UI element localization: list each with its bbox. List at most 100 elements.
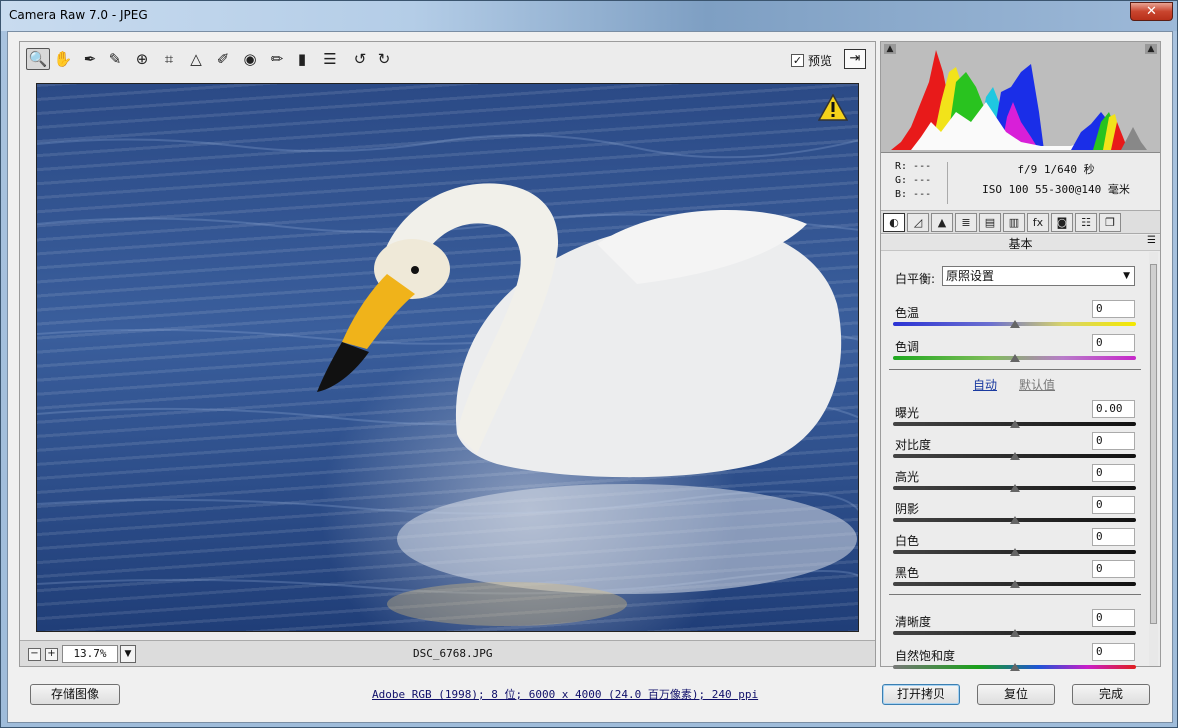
adjustment-brush-icon[interactable]: ✏ [265,48,289,70]
warning-icon[interactable] [817,93,849,124]
panel-scrollbar[interactable] [1149,252,1158,666]
reset-button[interactable]: 复位 [977,684,1055,705]
straighten-tool-icon[interactable]: △ [184,48,208,70]
slider-value-field[interactable]: 0 [1092,464,1135,482]
tab-basic-icon[interactable]: ◐ [883,213,905,232]
divider [889,594,1141,595]
slider-label: 白色 [895,534,920,548]
preferences-icon[interactable]: ☰ [318,48,342,70]
rgb-readout: R: --- G: --- B: --- [895,160,931,202]
rotate-left-icon[interactable]: ↺ [348,48,372,70]
histogram-graph [891,50,1147,150]
scrollbar-thumb[interactable] [1150,264,1157,624]
zoom-dropdown-icon[interactable]: ▼ [120,645,136,663]
preview-area: 🔍 ✋ ✒ ✎ ⊕ ⌗ △ ✐ ◉ ✏ ▮ ☰ ↺ ↻ ✓ 预览 ⇥ − + 1… [19,41,876,667]
fullscreen-toggle-icon[interactable]: ⇥ [844,49,866,69]
slider-value-field[interactable]: 0 [1092,560,1135,578]
default-link[interactable]: 默认值 [1019,376,1055,393]
preview-label: 预览 [808,54,833,68]
slider-thumb[interactable] [1009,484,1020,492]
close-window-button[interactable]: ✕ [1130,2,1173,21]
slider-label: 阴影 [895,502,920,516]
slider-value-field[interactable]: 0 [1092,643,1135,661]
tab-lens-corrections-icon[interactable]: ▥ [1003,213,1025,232]
zoom-level-field[interactable]: 13.7% [62,645,118,663]
slider-thumb[interactable] [1009,320,1020,328]
target-adjustment-tool-icon[interactable]: ⊕ [130,48,154,70]
slider-thumb[interactable] [1009,420,1020,428]
graduated-filter-icon[interactable]: ▮ [290,48,314,70]
slider-value-field[interactable]: 0 [1092,432,1135,450]
panel-header: 基本 ☰ [881,235,1160,251]
slider-thumb[interactable] [1009,516,1020,524]
white-balance-value: 原照设置 [946,269,995,283]
histogram: ▲ ▲ [881,42,1160,153]
slider-thumb[interactable] [1009,663,1020,671]
preview-checkbox[interactable]: ✓ 预览 [791,52,832,69]
rotate-right-icon[interactable]: ↻ [372,48,396,70]
open-copy-button[interactable]: 打开拷贝 [882,684,960,705]
divider [889,369,1141,370]
slider-label: 自然饱和度 [895,649,956,663]
slider-value-field[interactable]: 0 [1092,334,1135,352]
status-bar: − + 13.7% ▼ DSC_6768.JPG [20,640,875,666]
readout-divider [947,162,948,204]
image-preview[interactable] [36,83,859,632]
zoom-tool-icon[interactable]: 🔍 [26,48,50,70]
save-image-button[interactable]: 存储图像 [30,684,120,705]
slider-label: 色调 [895,340,920,354]
slider-label: 清晰度 [895,615,932,629]
tab-hsl-icon[interactable]: ≣ [955,213,977,232]
tab-presets-icon[interactable]: ☷ [1075,213,1097,232]
aperture-shutter: f/9 1/640 秒 [1017,163,1095,176]
crop-tool-icon[interactable]: ⌗ [157,48,181,70]
preview-checkbox-box[interactable]: ✓ [791,54,804,67]
tab-detail-icon[interactable]: ▲ [931,213,953,232]
adjustments-panel: ▲ ▲ R: --- G: --- B: --- f/9 1/640 秒 ISO… [880,41,1161,671]
slider-thumb[interactable] [1009,354,1020,362]
panel-tabs: ◐ ◿ ▲ ≣ ▤ ▥ fx ◙ ☷ ❐ [881,210,1160,234]
panel-title: 基本 [1008,237,1033,251]
done-button[interactable]: 完成 [1072,684,1150,705]
iso-lens: ISO 100 55-300@140 毫米 [982,183,1130,196]
slider-value-field[interactable]: 0 [1092,609,1135,627]
slider-value-field[interactable]: 0 [1092,300,1135,318]
panel-menu-icon[interactable]: ☰ [1147,235,1156,246]
dialog-body: 🔍 ✋ ✒ ✎ ⊕ ⌗ △ ✐ ◉ ✏ ▮ ☰ ↺ ↻ ✓ 预览 ⇥ − + 1… [7,31,1173,723]
hand-tool-icon[interactable]: ✋ [51,48,75,70]
tab-effects-icon[interactable]: fx [1027,213,1049,232]
zoom-in-button[interactable]: + [45,648,58,661]
spot-removal-tool-icon[interactable]: ✐ [211,48,235,70]
red-eye-tool-icon[interactable]: ◉ [238,48,262,70]
slider-value-field[interactable]: 0.00 [1092,400,1135,418]
title-bar[interactable]: Camera Raw 7.0 - JPEG ✕ [1,1,1177,31]
slider-label: 高光 [895,470,920,484]
auto-link[interactable]: 自动 [973,376,997,393]
slider-label: 黑色 [895,566,920,580]
zoom-out-button[interactable]: − [28,648,41,661]
slider-label: 曝光 [895,406,920,420]
white-balance-label: 白平衡: [895,272,936,286]
slider-value-field[interactable]: 0 [1092,496,1135,514]
slider-value-field[interactable]: 0 [1092,528,1135,546]
camera-info: R: --- G: --- B: --- f/9 1/640 秒 ISO 100… [881,154,1160,210]
slider-thumb[interactable] [1009,580,1020,588]
window-title: Camera Raw 7.0 - JPEG [9,8,148,22]
red-value: R: --- [895,161,932,172]
tab-tone-curve-icon[interactable]: ◿ [907,213,929,232]
tab-snapshots-icon[interactable]: ❐ [1099,213,1121,232]
camera-raw-window: Camera Raw 7.0 - JPEG ✕ 🔍 ✋ ✒ ✎ ⊕ ⌗ △ ✐ ◉ ✏ ▮ ☰ ↺ ↻ ✓… [0,0,1178,728]
slider-thumb[interactable] [1009,629,1020,637]
workflow-options-link[interactable]: Adobe RGB (1998); 8 位; 6000 x 4000 (24.0… [372,686,758,702]
slider-thumb[interactable] [1009,452,1020,460]
tab-camera-calibration-icon[interactable]: ◙ [1051,213,1073,232]
green-value: G: --- [895,175,932,186]
exif-info: f/9 1/640 秒 ISO 100 55-300@140 毫米 [961,160,1151,200]
white-balance-tool-icon[interactable]: ✒ [78,48,102,70]
color-sampler-tool-icon[interactable]: ✎ [103,48,127,70]
slider-thumb[interactable] [1009,548,1020,556]
tab-split-toning-icon[interactable]: ▤ [979,213,1001,232]
action-bar: 存储图像 Adobe RGB (1998); 8 位; 6000 x 4000 … [8,672,1172,722]
white-balance-select[interactable]: 原照设置 ▼ [942,266,1135,286]
swan-photo [37,134,858,626]
